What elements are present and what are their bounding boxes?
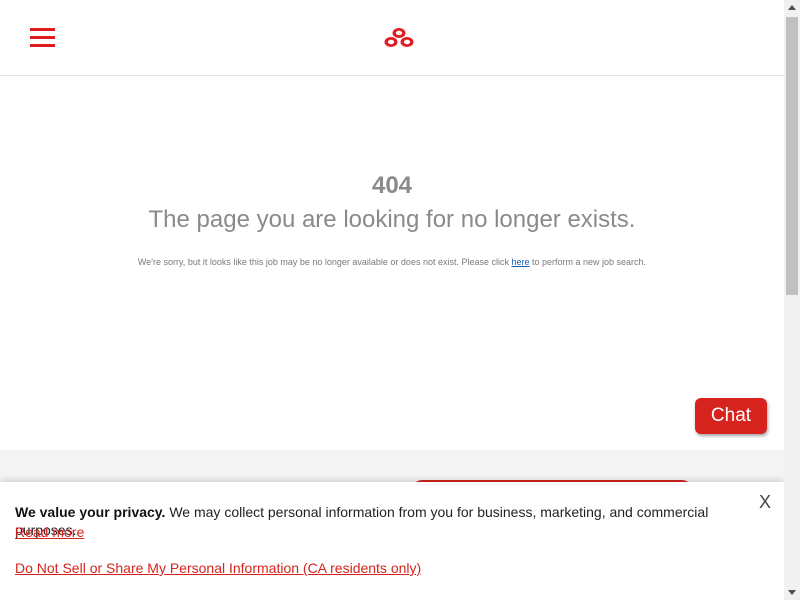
scroll-up-button[interactable]	[784, 0, 800, 16]
privacy-heading: We value your privacy.	[15, 504, 166, 520]
scroll-down-button[interactable]	[784, 584, 800, 600]
error-message: We're sorry, but it looks like this job …	[0, 257, 784, 267]
read-more-link[interactable]: Read more	[15, 524, 84, 540]
error-code: 404	[371, 172, 413, 199]
error-title: The page you are looking for no longer e…	[148, 206, 636, 233]
site-header	[0, 0, 784, 76]
error-message-suffix: to perform a new job search.	[529, 257, 647, 267]
privacy-banner: X We value your privacy. We may collect …	[0, 482, 784, 600]
arrow-up-icon	[788, 5, 796, 10]
three-ovals-logo-icon[interactable]	[383, 27, 415, 49]
chat-button[interactable]: Chat	[695, 398, 767, 434]
page: 404 The page you are looking for no long…	[0, 0, 784, 600]
scrollbar-thumb[interactable]	[786, 17, 798, 295]
arrow-down-icon	[788, 590, 796, 595]
hamburger-menu-icon[interactable]	[30, 28, 55, 47]
new-search-link[interactable]: here	[511, 257, 529, 267]
privacy-text: We value your privacy. We may collect pe…	[15, 503, 760, 539]
vertical-scrollbar[interactable]	[784, 0, 800, 600]
error-message-prefix: We're sorry, but it looks like this job …	[137, 257, 512, 267]
menu-bar	[30, 44, 55, 47]
menu-bar	[30, 36, 55, 39]
close-icon[interactable]: X	[759, 492, 771, 513]
do-not-sell-link[interactable]: Do Not Sell or Share My Personal Informa…	[15, 560, 421, 576]
menu-bar	[30, 28, 55, 31]
